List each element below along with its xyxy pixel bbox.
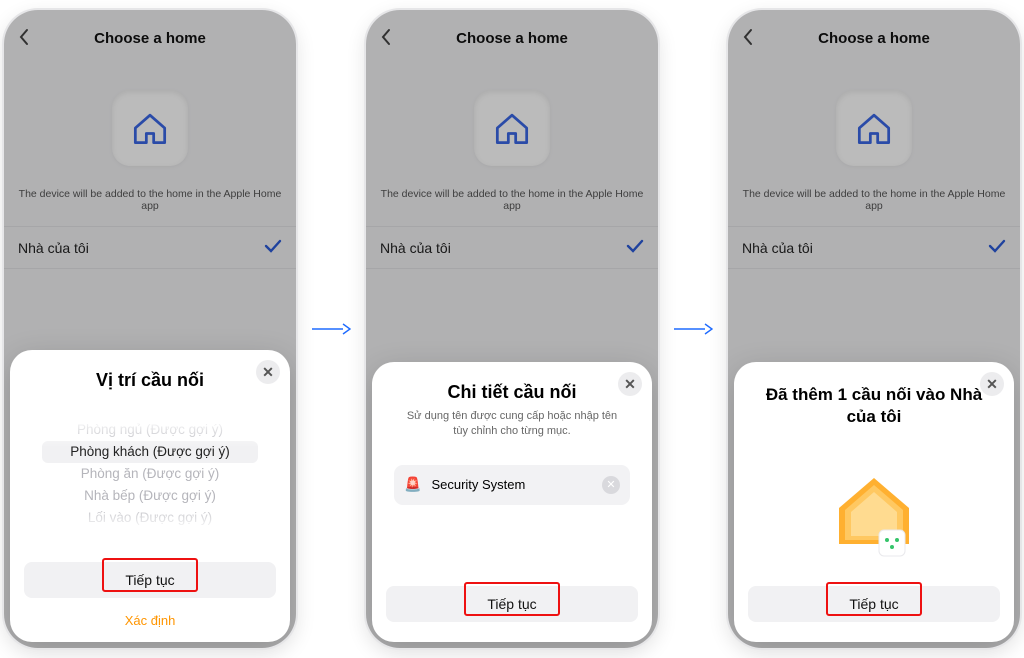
cta-row: Tiếp tục bbox=[24, 562, 276, 598]
device-name-value: Security System bbox=[431, 477, 525, 492]
sheet-bridge-details: ✕ Chi tiết cầu nối Sử dụng tên được cung… bbox=[372, 362, 652, 642]
sheet-subtitle: Sử dụng tên được cung cấp hoặc nhập tên … bbox=[404, 409, 620, 439]
phone-step-2: Choose a home The device will be added t… bbox=[366, 10, 658, 648]
cta-row: Tiếp tục bbox=[386, 586, 638, 622]
close-icon[interactable]: ✕ bbox=[618, 372, 642, 396]
picker-option[interactable]: Nhà bếp (Được gợi ý) bbox=[24, 485, 276, 507]
three-step-flow: Choose a home The device will be added t… bbox=[0, 0, 1024, 658]
phone-step-1: Choose a home The device will be added t… bbox=[4, 10, 296, 648]
continue-button[interactable]: Tiếp tục bbox=[24, 562, 276, 598]
identify-link[interactable]: Xác định bbox=[10, 613, 290, 628]
continue-label: Tiếp tục bbox=[849, 596, 898, 612]
sheet-title: Đã thêm 1 cầu nối vào Nhà của tôi bbox=[760, 384, 988, 428]
sheet-title: Chi tiết cầu nối bbox=[386, 382, 638, 403]
room-picker-wheel[interactable]: Phòng ngủ (Được gợi ý) Phòng khách (Được… bbox=[24, 419, 276, 531]
picker-option[interactable]: Lối vào (Được gợi ý) bbox=[24, 507, 276, 529]
picker-option[interactable]: Phòng ăn (Được gợi ý) bbox=[24, 463, 276, 485]
cta-row: Tiếp tục bbox=[748, 586, 1000, 622]
sheet-bridge-location: ✕ Vị trí cầu nối Phòng ngủ (Được gợi ý) … bbox=[10, 350, 290, 642]
sheet-bridge-added: ✕ Đã thêm 1 cầu nối vào Nhà của tôi bbox=[734, 362, 1014, 642]
flow-arrow-icon bbox=[307, 322, 355, 336]
home-added-illustration bbox=[748, 452, 1000, 562]
device-name-field[interactable]: 🚨 Security System ✕ bbox=[394, 465, 630, 505]
picker-option-selected[interactable]: Phòng khách (Được gợi ý) bbox=[42, 441, 258, 463]
continue-button[interactable]: Tiếp tục bbox=[748, 586, 1000, 622]
phone-step-3: Choose a home The device will be added t… bbox=[728, 10, 1020, 648]
close-icon[interactable]: ✕ bbox=[980, 372, 1004, 396]
alarm-icon: 🚨 bbox=[404, 476, 421, 493]
close-icon[interactable]: ✕ bbox=[256, 360, 280, 384]
continue-label: Tiếp tục bbox=[125, 572, 174, 588]
flow-arrow-icon bbox=[669, 322, 717, 336]
picker-option[interactable]: Phòng ngủ (Được gợi ý) bbox=[24, 419, 276, 441]
clear-text-icon[interactable]: ✕ bbox=[602, 476, 620, 494]
continue-button[interactable]: Tiếp tục bbox=[386, 586, 638, 622]
continue-label: Tiếp tục bbox=[487, 596, 536, 612]
sheet-title: Vị trí cầu nối bbox=[24, 370, 276, 391]
